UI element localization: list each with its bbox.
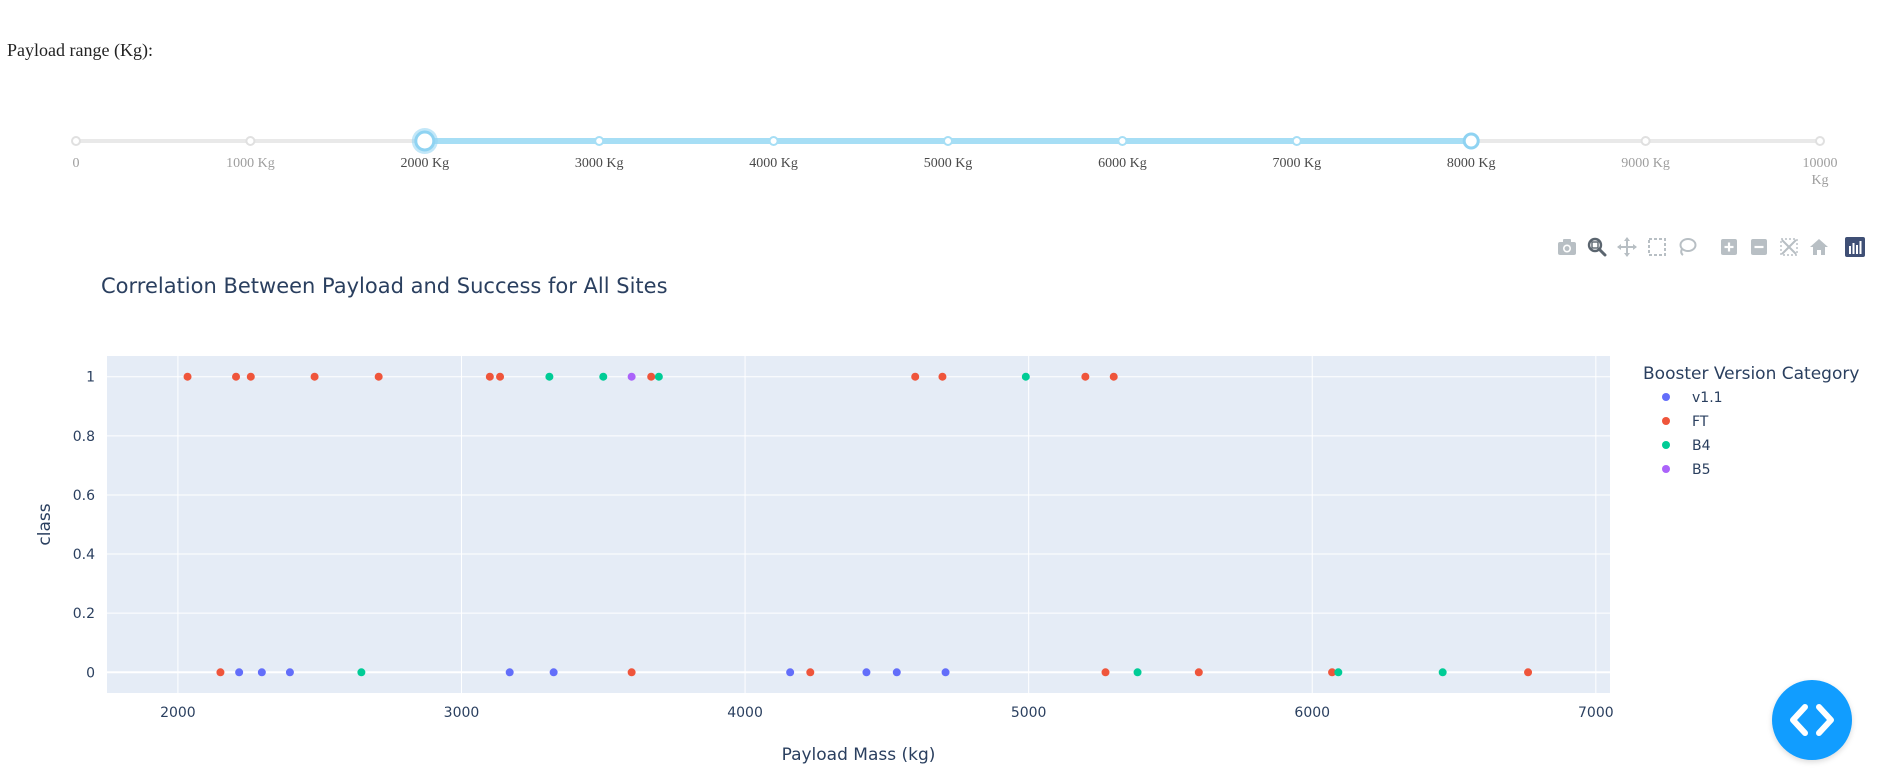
data-point[interactable] [627,668,636,677]
legend-label: B5 [1692,462,1711,478]
y-tick-label: 0.2 [73,606,95,622]
slider-mark-dot [1815,136,1825,146]
data-point[interactable] [545,372,554,381]
data-point[interactable] [938,372,947,381]
legend-marker [1662,417,1670,425]
slider-mark-label: 4000 Kg [749,156,798,171]
data-point[interactable] [1081,372,1090,381]
data-point[interactable] [892,668,901,677]
data-point[interactable] [374,372,383,381]
slider-mark-label: 10000 [1803,156,1838,171]
slider-mark-label: 1000 Kg [226,156,275,171]
chart-title: Correlation Between Payload and Success … [101,274,668,298]
legend-item[interactable]: FT [1662,414,1709,430]
legend-label: v1.1 [1692,390,1723,406]
data-point[interactable] [786,668,795,677]
data-point[interactable] [310,372,319,381]
data-point[interactable] [183,372,192,381]
data-point[interactable] [246,372,255,381]
slider-mark-label: Kg [1811,173,1828,188]
data-point[interactable] [485,372,494,381]
slider-mark-label: 7000 Kg [1272,156,1321,171]
y-tick-label: 0.4 [73,547,95,563]
y-tick-label: 0.8 [73,429,95,445]
data-point[interactable] [505,668,514,677]
data-point[interactable] [1524,668,1533,677]
x-tick-label: 3000 [444,705,480,721]
data-point[interactable] [1334,668,1343,677]
data-point[interactable] [1438,668,1447,677]
slider-mark-label: 9000 Kg [1621,156,1670,171]
slider-mark-label: 0 [73,156,80,171]
slider-mark-dot [1291,136,1302,146]
legend-item[interactable]: B5 [1662,462,1711,478]
y-tick-label: 1 [86,370,95,386]
legend-marker [1662,441,1670,449]
x-axis-label: Payload Mass (kg) [782,745,936,765]
x-tick-label: 5000 [1011,705,1047,721]
y-axis-label: class [35,503,55,545]
data-point[interactable] [654,372,663,381]
legend-title: Booster Version Category [1643,364,1859,384]
slider-mark-dot [1117,136,1128,146]
data-point[interactable] [285,668,294,677]
slider-mark-dot [1640,136,1651,146]
legend-label: B4 [1692,438,1711,454]
data-point[interactable] [911,372,920,381]
slider-mark-label: 8000 Kg [1447,156,1496,171]
plot-area[interactable] [107,356,1610,693]
data-point[interactable] [257,668,266,677]
slider-mark-label: 2000 Kg [400,156,449,171]
legend-marker [1662,465,1670,473]
legend-marker [1662,393,1670,401]
x-tick-label: 4000 [727,705,763,721]
data-point[interactable] [806,668,815,677]
slider-mark-label: 3000 Kg [575,156,624,171]
slider-mark-dot [71,136,81,146]
data-point[interactable] [1109,372,1118,381]
data-point[interactable] [941,668,950,677]
data-point[interactable] [1194,668,1203,677]
y-tick-label: 0.6 [73,488,95,504]
data-point[interactable] [216,668,225,677]
payload-range-label: Payload range (Kg): [7,40,153,60]
slider-handle-max[interactable] [1462,132,1480,150]
slider-handle-min[interactable] [414,130,436,152]
legend-item[interactable]: v1.1 [1662,390,1723,406]
data-point[interactable] [232,372,241,381]
slider-mark-label: 6000 Kg [1098,156,1147,171]
data-point[interactable] [647,372,656,381]
payload-success-scatter-chart: Correlation Between Payload and Success … [35,274,1859,765]
code-brackets-icon [1790,704,1834,736]
y-tick-label: 0 [86,665,95,681]
legend-item[interactable]: B4 [1662,438,1711,454]
slider-mark-dot [768,136,779,146]
data-point[interactable] [357,668,366,677]
slider-mark-dot [594,136,605,146]
data-point[interactable] [496,372,505,381]
x-tick-label: 2000 [160,705,196,721]
data-point[interactable] [1133,668,1142,677]
payload-range-slider[interactable]: 0 1000 Kg 2000 Kg 3000 Kg 4000 Kg 5000 Kg 6000… [0,110,1897,200]
data-point[interactable] [549,668,558,677]
slider-mark-dot [943,136,953,146]
x-tick-label: 7000 [1578,705,1614,721]
code-toggle-button[interactable] [1772,680,1852,760]
x-tick-label: 6000 [1294,705,1330,721]
slider-mark-label: 5000 Kg [924,156,973,171]
data-point[interactable] [627,372,636,381]
data-point[interactable] [599,372,608,381]
data-point[interactable] [862,668,871,677]
slider-mark-dot [245,136,256,146]
data-point[interactable] [235,668,244,677]
data-point[interactable] [1101,668,1110,677]
data-point[interactable] [1021,372,1030,381]
legend-label: FT [1692,414,1709,430]
